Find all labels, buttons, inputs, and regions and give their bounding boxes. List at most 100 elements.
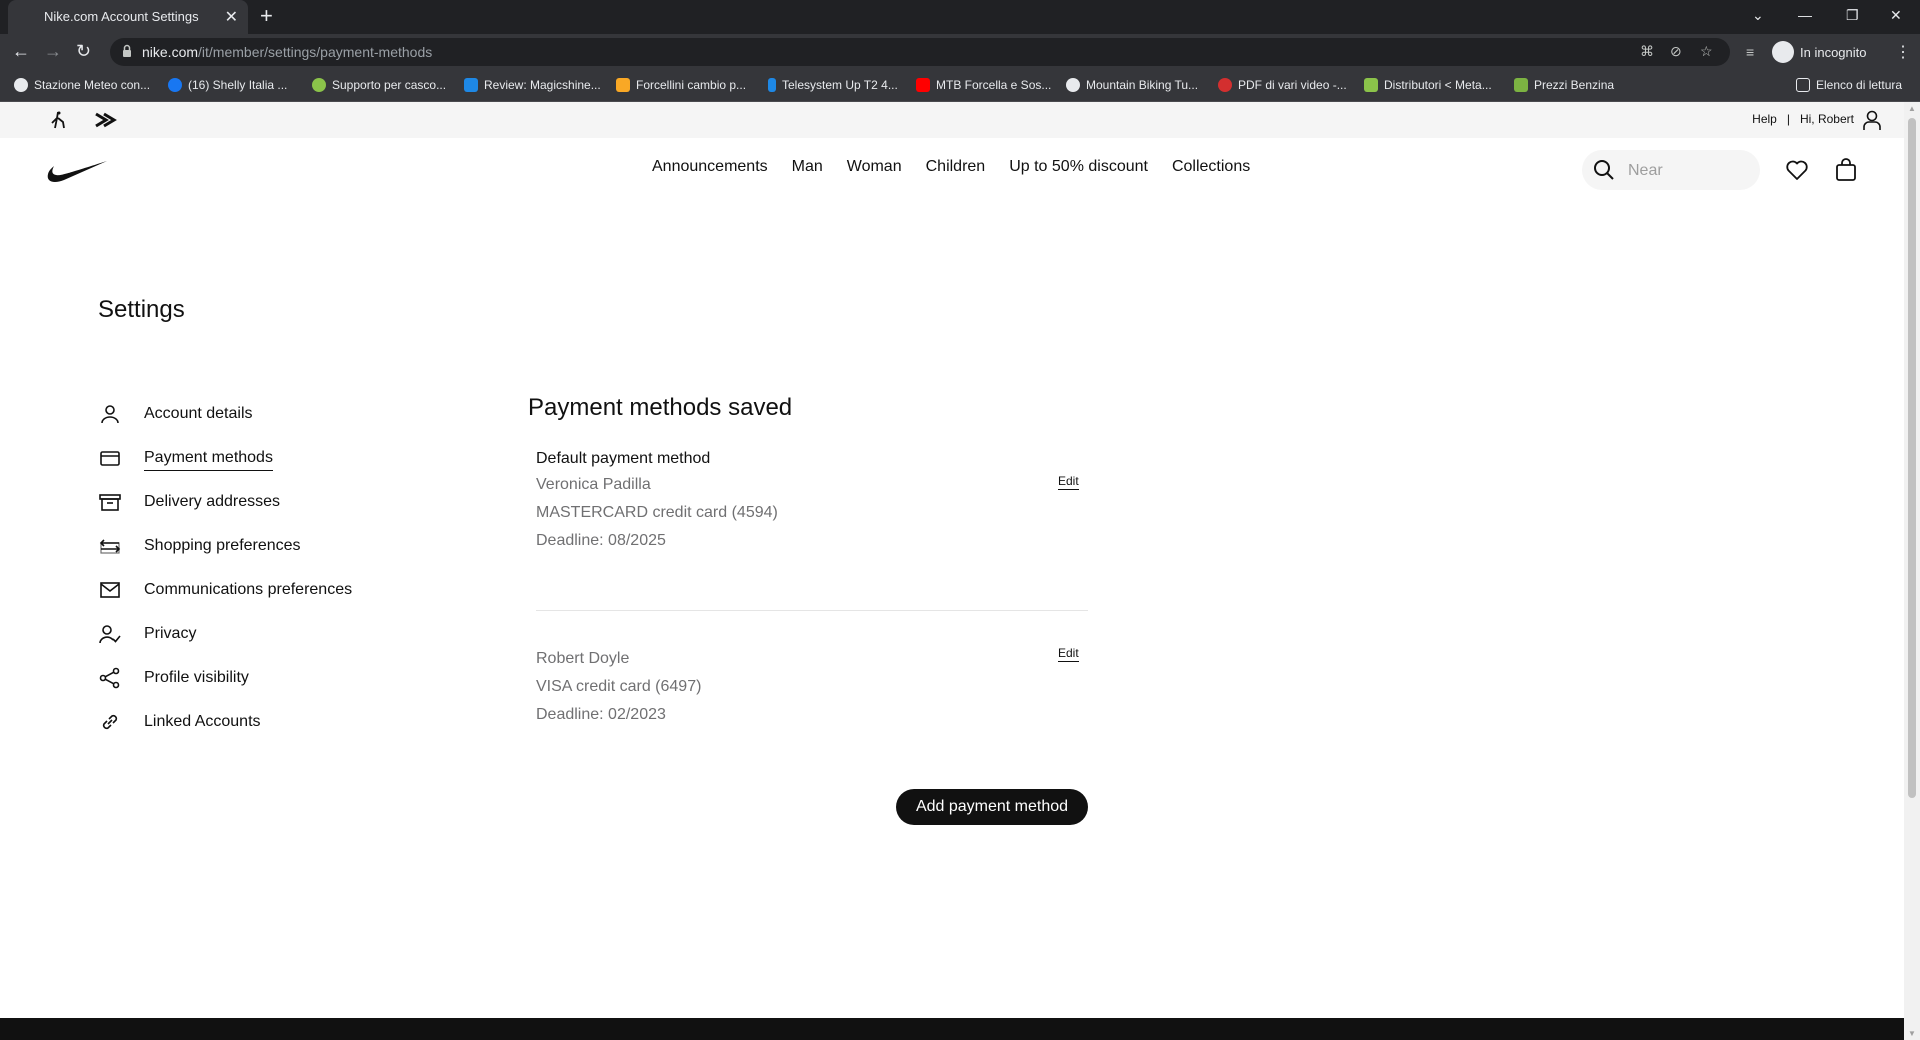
- reading-list[interactable]: Elenco di lettura: [1796, 78, 1902, 92]
- bookmark-item[interactable]: (16) Shelly Italia ...: [168, 78, 287, 92]
- box-icon: [99, 494, 121, 511]
- eye-off-icon[interactable]: ⊘: [1670, 43, 1682, 60]
- bookmark-item[interactable]: MTB Forcella e Sos...: [916, 78, 1051, 92]
- sidebar-item-communications-preferences[interactable]: Communications preferences: [98, 574, 398, 606]
- share-icon: [99, 667, 120, 689]
- bookmark-item[interactable]: Forcellini cambio p...: [616, 78, 746, 92]
- link-icon: [102, 714, 118, 730]
- page-viewport: Help | Hi, Robert Announcements Man Woma…: [0, 102, 1904, 1040]
- bookmark-label: Forcellini cambio p...: [636, 78, 747, 92]
- menu-item[interactable]: Man: [792, 158, 823, 176]
- browser-toolbar: ← → ↻ nike.com/it/member/settings/paymen…: [0, 34, 1920, 70]
- bookmark-item[interactable]: Distributori < Meta...: [1364, 78, 1492, 92]
- tab-search-icon[interactable]: ⌄: [1752, 7, 1764, 24]
- sidebar-item-label: Profile visibility: [144, 669, 249, 686]
- back-icon[interactable]: ←: [12, 41, 30, 61]
- url-path: /it/member/settings/payment-methods: [198, 44, 433, 60]
- jordan-logo-icon[interactable]: [48, 110, 68, 130]
- menu-item[interactable]: Woman: [847, 158, 902, 176]
- tab-title: Nike.com Account Settings: [44, 9, 199, 24]
- page-footer: [0, 1018, 1904, 1040]
- search-icon[interactable]: [1592, 158, 1616, 182]
- bookmark-item[interactable]: Prezzi Benzina: [1514, 78, 1614, 92]
- card-deadline: Deadline: 08/2025: [536, 532, 666, 549]
- converse-logo-icon[interactable]: [94, 110, 120, 130]
- menu-item[interactable]: Up to 50% discount: [1009, 158, 1148, 176]
- utility-bar: Help | Hi, Robert: [0, 102, 1904, 138]
- help-link[interactable]: Help: [1752, 112, 1777, 126]
- media-icon[interactable]: ≡: [1746, 44, 1754, 60]
- url-text: nike.com/it/member/settings/payment-meth…: [142, 44, 432, 60]
- scroll-thumb[interactable]: [1908, 118, 1916, 798]
- greeting-link[interactable]: Hi, Robert: [1800, 112, 1854, 126]
- incognito-label: In incognito: [1800, 44, 1867, 60]
- edit-payment-button[interactable]: Edit: [1058, 646, 1079, 662]
- page-scrollbar[interactable]: ▲ ▼: [1904, 102, 1920, 1040]
- new-tab-icon[interactable]: +: [260, 5, 273, 27]
- menu-item[interactable]: Children: [926, 158, 986, 176]
- bookmarks-bar: Stazione Meteo con... (16) Shelly Italia…: [0, 70, 1920, 102]
- bookmark-favicon-icon: [464, 78, 478, 92]
- browser-tab[interactable]: Nike.com Account Settings ✕: [8, 0, 248, 34]
- nike-logo-icon[interactable]: [46, 160, 108, 184]
- sidebar-item-label: Communications preferences: [144, 581, 353, 598]
- bookmark-item[interactable]: Stazione Meteo con...: [14, 78, 150, 92]
- card-description: VISA credit card (6497): [536, 678, 702, 695]
- bookmark-item[interactable]: PDF di vari video -...: [1218, 78, 1347, 92]
- browser-menu-icon[interactable]: ⋮: [1895, 42, 1911, 62]
- favorites-heart-icon[interactable]: [1785, 158, 1809, 182]
- restore-icon[interactable]: ❐: [1846, 7, 1859, 24]
- bookmark-item[interactable]: Review: Magicshine...: [464, 78, 601, 92]
- sidebar-item-payment-methods[interactable]: Payment methods: [98, 442, 398, 474]
- add-payment-method-button[interactable]: Add payment method: [896, 789, 1088, 825]
- forward-icon[interactable]: →: [44, 41, 62, 61]
- bookmark-label: Supporto per casco...: [332, 78, 447, 92]
- privacy-icon: [99, 625, 121, 644]
- user-icon: [101, 405, 119, 424]
- edit-payment-button[interactable]: Edit: [1058, 474, 1079, 490]
- sidebar-item-linked-accounts[interactable]: Linked Accounts: [98, 706, 398, 738]
- section-title: Payment methods saved: [528, 394, 793, 421]
- cardholder-name: Veronica Padilla: [536, 476, 651, 493]
- bookmark-favicon-icon: [1364, 78, 1378, 92]
- sidebar-item-profile-visibility[interactable]: Profile visibility: [98, 662, 398, 694]
- menu-item[interactable]: Collections: [1172, 158, 1250, 176]
- reading-list-label: Elenco di lettura: [1816, 78, 1903, 92]
- scroll-up-icon[interactable]: ▲: [1908, 104, 1916, 113]
- sidebar-item-delivery-addresses[interactable]: Delivery addresses: [98, 486, 398, 518]
- search-placeholder: Near: [1628, 162, 1663, 179]
- sidebar-item-account-details[interactable]: Account details: [98, 398, 398, 430]
- card-icon: [100, 451, 120, 466]
- lock-icon: [123, 44, 131, 57]
- bookmark-item[interactable]: Telesystem Up T2 4...: [768, 78, 898, 92]
- minimize-icon[interactable]: —: [1798, 7, 1812, 23]
- sidebar-item-label: Delivery addresses: [144, 493, 281, 510]
- scroll-down-icon[interactable]: ▼: [1908, 1029, 1916, 1038]
- sidebar-item-label: Shopping preferences: [144, 537, 301, 554]
- star-icon[interactable]: ☆: [1700, 43, 1713, 60]
- bookmark-label: (16) Shelly Italia ...: [188, 78, 288, 92]
- default-payment-label: Default payment method: [536, 450, 711, 467]
- bookmark-favicon-icon: [1066, 78, 1080, 92]
- sidebar-item-privacy[interactable]: Privacy: [98, 618, 398, 650]
- card-deadline: Deadline: 02/2023: [536, 706, 666, 723]
- sidebar-item-label: Linked Accounts: [144, 713, 261, 730]
- account-icon[interactable]: [1860, 108, 1884, 132]
- main-navigation: Announcements Man Woman Children Up to 5…: [0, 138, 1904, 198]
- page-title: Settings: [98, 296, 185, 323]
- incognito-indicator[interactable]: In incognito: [1772, 38, 1867, 66]
- search-input[interactable]: Near: [1582, 150, 1760, 190]
- bookmark-favicon-icon: [768, 78, 776, 92]
- sidebar-item-shopping-preferences[interactable]: Shopping preferences: [98, 530, 398, 562]
- url-host: nike.com: [142, 44, 199, 60]
- menu-item[interactable]: Announcements: [652, 158, 768, 176]
- bookmark-item[interactable]: Mountain Biking Tu...: [1066, 78, 1198, 92]
- translate-icon[interactable]: ⌘: [1640, 43, 1654, 60]
- address-bar[interactable]: nike.com/it/member/settings/payment-meth…: [110, 38, 1730, 66]
- tab-close-icon[interactable]: ✕: [225, 7, 238, 27]
- shopping-bag-icon[interactable]: [1834, 158, 1858, 182]
- close-window-icon[interactable]: ✕: [1890, 7, 1902, 24]
- reload-icon[interactable]: ↻: [76, 41, 91, 61]
- bookmark-label: MTB Forcella e Sos...: [936, 78, 1052, 92]
- bookmark-item[interactable]: Supporto per casco...: [312, 78, 446, 92]
